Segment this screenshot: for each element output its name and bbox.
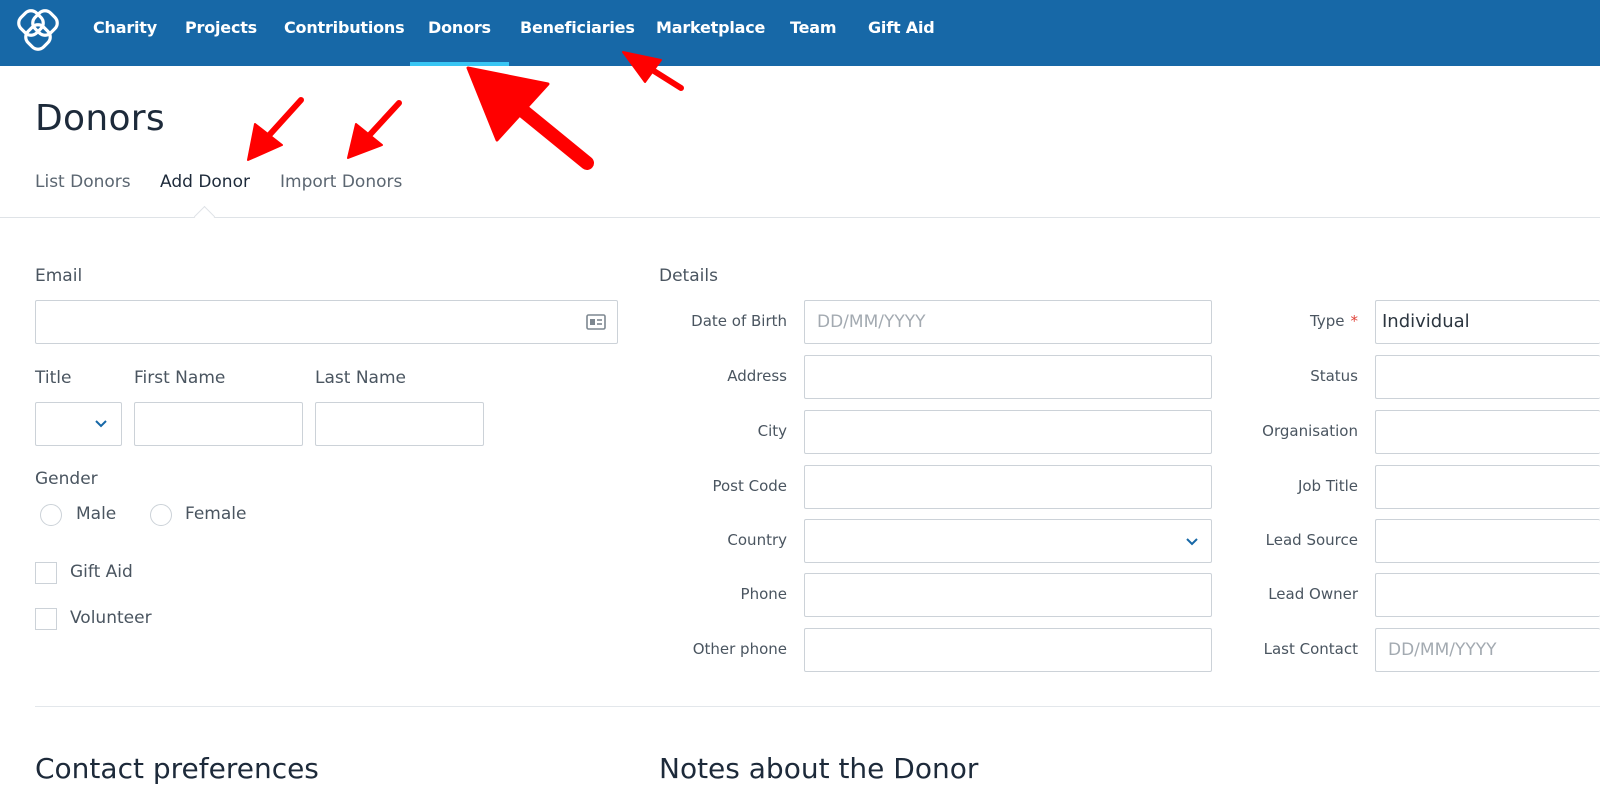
other-phone-field[interactable] [804,628,1212,672]
title-select[interactable] [35,402,122,446]
gender-female-label[interactable]: Female [185,504,246,524]
tab-add-donor[interactable]: Add Donor [160,172,250,192]
last-name-field[interactable] [315,402,484,446]
annotation-arrow-add-donor [247,97,304,161]
organisation-field[interactable] [1375,410,1600,454]
address-label: Address [727,367,787,385]
contact-preferences-heading: Contact preferences [35,752,319,785]
other-phone-label: Other phone [692,640,787,658]
lead-owner-label: Lead Owner [1268,585,1358,603]
organisation-label: Organisation [1262,422,1358,440]
lead-source-label: Lead Source [1265,531,1358,549]
type-select-value: Individual [1382,311,1470,332]
nav-item-donors[interactable]: Donors [410,0,509,66]
nav-item-team[interactable]: Team [790,0,837,66]
lead-source-field[interactable] [1375,519,1600,563]
gender-male-radio[interactable] [40,504,62,526]
type-label: Type * [1215,312,1358,330]
city-label: City [757,422,787,440]
section-divider [35,706,1600,707]
address-field[interactable] [804,355,1212,399]
contact-card-icon[interactable] [586,314,606,330]
gift-aid-checkbox[interactable] [35,562,57,584]
lead-owner-field[interactable] [1375,573,1600,617]
email-label: Email [35,266,83,286]
type-label-text: Type [1310,312,1345,330]
date-of-birth-field[interactable] [804,300,1212,344]
annotation-arrow-donors [466,66,594,170]
job-title-field[interactable] [1375,465,1600,509]
last-contact-label: Last Contact [1263,640,1358,658]
required-mark: * [1350,312,1359,330]
nav-item-projects[interactable]: Projects [185,0,257,66]
last-name-label: Last Name [315,368,406,388]
phone-label: Phone [740,585,787,603]
nav-item-gift-aid[interactable]: Gift Aid [868,0,935,66]
chevron-down-icon [95,420,107,428]
nav-item-contributions[interactable]: Contributions [284,0,405,66]
nav-item-charity[interactable]: Charity [93,0,157,66]
last-contact-field[interactable] [1375,628,1600,672]
tabs-divider [0,217,1600,218]
notes-heading: Notes about the Donor [659,752,979,785]
job-title-label: Job Title [1297,477,1358,495]
gender-label: Gender [35,469,98,489]
phone-field[interactable] [804,573,1212,617]
tab-list-donors[interactable]: List Donors [35,172,131,192]
gender-male-label[interactable]: Male [76,504,116,524]
country-select[interactable] [804,519,1212,563]
first-name-label: First Name [134,368,226,388]
chevron-down-icon [1186,538,1198,546]
details-heading: Details [659,266,718,286]
annotation-arrow-import-donors [347,100,402,159]
top-nav: Charity Projects Contributions Donors Be… [0,0,1600,66]
active-tab-caret [193,205,216,228]
page-title: Donors [35,98,165,139]
title-label: Title [35,368,72,388]
nav-item-beneficiaries[interactable]: Beneficiaries [520,0,635,66]
post-code-field[interactable] [804,465,1212,509]
logo-icon[interactable] [15,7,61,53]
gender-female-radio[interactable] [150,504,172,526]
email-field[interactable] [35,300,618,344]
status-field[interactable] [1375,355,1600,399]
city-field[interactable] [804,410,1212,454]
volunteer-checkbox[interactable] [35,608,57,630]
nav-item-marketplace[interactable]: Marketplace [656,0,765,66]
status-label: Status [1310,367,1358,385]
gift-aid-label[interactable]: Gift Aid [70,562,133,582]
date-of-birth-label: Date of Birth [691,312,787,330]
country-label: Country [727,531,787,549]
type-select[interactable]: Individual [1375,300,1600,344]
post-code-label: Post Code [712,477,787,495]
volunteer-label[interactable]: Volunteer [70,608,152,628]
first-name-field[interactable] [134,402,303,446]
tab-import-donors[interactable]: Import Donors [280,172,402,192]
